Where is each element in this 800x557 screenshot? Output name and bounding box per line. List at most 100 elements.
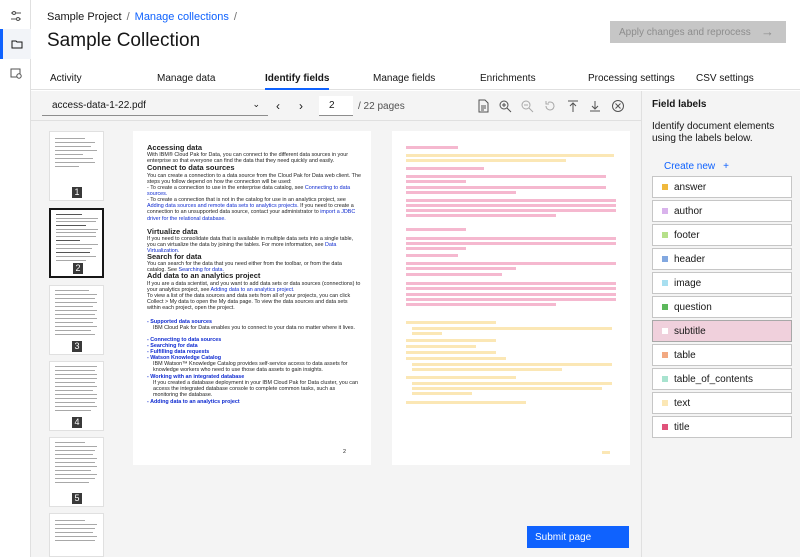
tab-activity[interactable]: Activity bbox=[50, 73, 82, 90]
annotation-text bbox=[406, 159, 566, 162]
page-thumbnail[interactable]: 3 bbox=[49, 285, 104, 355]
breadcrumb-manage-collections-link[interactable]: Manage collections bbox=[135, 11, 229, 23]
annotation-text bbox=[412, 332, 442, 335]
field-label-header[interactable]: header bbox=[652, 248, 792, 270]
color-swatch bbox=[662, 208, 668, 214]
zoom-out-icon[interactable] bbox=[520, 99, 534, 113]
chevron-left-icon[interactable]: ‹ bbox=[276, 99, 280, 113]
doc-heading: Add data to an analytics project bbox=[147, 271, 261, 280]
document-icon[interactable] bbox=[476, 99, 490, 113]
thumbnail-number: 3 bbox=[72, 341, 82, 352]
doc-list-item[interactable]: - Adding data to an analytics project bbox=[147, 399, 362, 405]
page-title: Sample Collection bbox=[47, 30, 201, 51]
close-icon[interactable] bbox=[611, 99, 625, 113]
annotation-subtitle bbox=[406, 282, 616, 285]
doc-list-text: IBM Watson™ Knowledge Catalog provides s… bbox=[153, 361, 348, 374]
tab-enrichments[interactable]: Enrichments bbox=[480, 73, 536, 90]
tab-identify-fields[interactable]: Identify fields bbox=[265, 73, 330, 90]
field-label-subtitle[interactable]: subtitle bbox=[652, 320, 792, 342]
rail-folder-icon[interactable] bbox=[0, 29, 31, 59]
field-label-image[interactable]: image bbox=[652, 272, 792, 294]
annotation-subtitle bbox=[406, 287, 616, 290]
annotation-subtitle bbox=[406, 267, 516, 270]
annotation-text bbox=[406, 154, 614, 157]
calendar-icon bbox=[10, 68, 22, 79]
annotation-text bbox=[602, 451, 610, 454]
page-thumbnail[interactable]: 5 bbox=[49, 437, 104, 507]
zoom-in-icon[interactable] bbox=[498, 99, 512, 113]
viewer-toolbar: access-data-1-22.pdf ⌄ ‹ › 2 / 22 pages bbox=[31, 91, 641, 121]
annotation-text bbox=[412, 363, 612, 366]
field-label-text[interactable]: text bbox=[652, 392, 792, 414]
rail-schedule-icon[interactable] bbox=[0, 58, 31, 88]
color-swatch bbox=[662, 424, 668, 430]
doc-paragraph: You can create a connection to a data so… bbox=[147, 173, 361, 186]
field-label-footer[interactable]: footer bbox=[652, 224, 792, 246]
field-label-question[interactable]: question bbox=[652, 296, 792, 318]
annotation-subtitle bbox=[406, 254, 458, 257]
page-thumbnail[interactable]: 1 bbox=[49, 131, 104, 201]
annotation-subtitle bbox=[406, 303, 556, 306]
thumbnail-number: 5 bbox=[72, 493, 82, 504]
annotation-subtitle bbox=[406, 214, 556, 217]
thumbnail-strip: 1 2 3 4 5 bbox=[47, 131, 107, 557]
field-label-name: title bbox=[674, 421, 690, 433]
chevron-right-icon[interactable]: › bbox=[299, 99, 303, 113]
annotation-text bbox=[406, 357, 506, 360]
page-thumbnail[interactable]: 4 bbox=[49, 361, 104, 431]
reset-icon[interactable] bbox=[543, 99, 557, 113]
thumbnail-number: 4 bbox=[72, 417, 82, 428]
page-total: / 22 pages bbox=[358, 101, 405, 112]
create-new-button[interactable]: Create new + bbox=[664, 161, 729, 172]
submit-page-button[interactable]: Submit page bbox=[527, 526, 629, 548]
annotation-subtitle bbox=[406, 186, 606, 189]
document-select[interactable]: access-data-1-22.pdf ⌄ bbox=[42, 96, 268, 116]
annotation-text bbox=[412, 387, 602, 390]
annotation-text bbox=[406, 376, 516, 379]
field-label-name: text bbox=[674, 397, 691, 409]
annotation-text bbox=[412, 327, 612, 330]
field-label-name: subtitle bbox=[674, 325, 706, 337]
field-label-table[interactable]: table bbox=[652, 344, 792, 366]
annotation-subtitle bbox=[406, 228, 466, 231]
download-icon[interactable] bbox=[588, 99, 602, 113]
rail-settings-icon[interactable] bbox=[0, 1, 31, 31]
tab-manage-fields[interactable]: Manage fields bbox=[373, 73, 435, 90]
annotation-subtitle bbox=[406, 298, 616, 301]
left-rail bbox=[0, 0, 31, 557]
doc-page-number: 2 bbox=[343, 449, 346, 455]
annotation-text bbox=[412, 368, 562, 371]
annotation-text bbox=[412, 382, 612, 385]
page-thumbnail[interactable] bbox=[49, 513, 104, 557]
tab-processing-settings[interactable]: Processing settings bbox=[588, 73, 675, 90]
apply-changes-button[interactable]: Apply changes and reprocess → bbox=[610, 21, 786, 43]
annotation-subtitle bbox=[406, 175, 606, 178]
doc-link[interactable]: Adding data sources and remote data sets… bbox=[147, 203, 299, 209]
panel-title: Field labels bbox=[652, 99, 707, 110]
annotation-subtitle bbox=[406, 237, 616, 240]
annotation-subtitle bbox=[406, 262, 616, 265]
tab-csv-settings[interactable]: CSV settings bbox=[696, 73, 754, 90]
annotation-subtitle bbox=[406, 199, 616, 202]
field-label-answer[interactable]: answer bbox=[652, 176, 792, 198]
breadcrumb-project[interactable]: Sample Project bbox=[47, 11, 122, 23]
field-label-table-of-contents[interactable]: table_of_contents bbox=[652, 368, 792, 390]
field-label-name: question bbox=[674, 301, 712, 313]
annotation-text bbox=[406, 351, 496, 354]
field-label-name: image bbox=[674, 277, 702, 289]
tab-manage-data[interactable]: Manage data bbox=[157, 73, 215, 90]
upload-icon[interactable] bbox=[566, 99, 580, 113]
arrow-right-icon: → bbox=[761, 24, 774, 39]
field-label-name: author bbox=[674, 205, 703, 217]
page-number-input[interactable]: 2 bbox=[319, 96, 353, 116]
color-swatch bbox=[662, 184, 668, 190]
page-thumbnail-selected[interactable]: 2 bbox=[49, 208, 104, 278]
doc-text: If you need to consolidate data that is … bbox=[147, 236, 354, 249]
field-label-title[interactable]: title bbox=[652, 416, 792, 438]
color-swatch bbox=[662, 232, 668, 238]
breadcrumb-separator: / bbox=[126, 11, 130, 23]
field-label-author[interactable]: author bbox=[652, 200, 792, 222]
annotation-subtitle bbox=[406, 247, 466, 250]
create-new-label: Create new bbox=[664, 161, 716, 172]
color-swatch bbox=[662, 304, 668, 310]
